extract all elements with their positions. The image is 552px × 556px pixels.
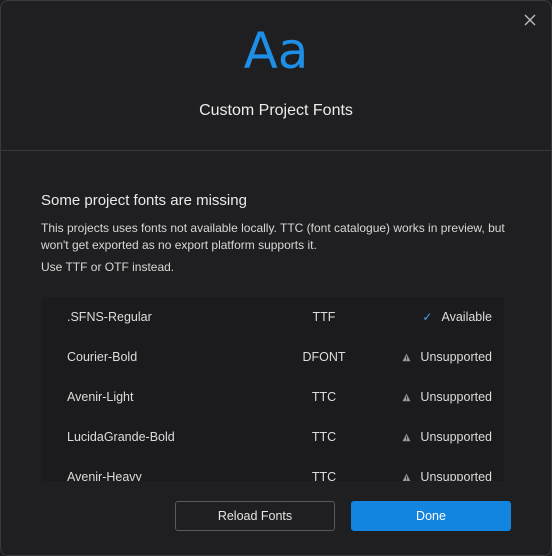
warning-icon [402, 353, 411, 361]
font-name: Avenir-Light [67, 390, 134, 404]
font-name: LucidaGrande-Bold [67, 430, 175, 444]
warning-icon [402, 393, 411, 401]
status-label: Unsupported [420, 470, 492, 481]
dialog-title: Custom Project Fonts [199, 102, 353, 119]
divider [1, 150, 551, 151]
warning-icon [402, 433, 411, 441]
font-status: Unsupported [402, 470, 492, 481]
section-description: This projects uses fonts not available l… [41, 221, 505, 252]
reload-fonts-button[interactable]: Reload Fonts [175, 501, 335, 531]
status-label: Unsupported [420, 350, 492, 364]
font-name: Avenir-Heavy [67, 470, 142, 481]
status-label: Unsupported [420, 390, 492, 404]
button-bar: Reload Fonts Done [1, 481, 551, 555]
status-label: Available [441, 310, 492, 324]
list-item: Courier-Bold DFONT Unsupported [42, 337, 504, 377]
font-status: Unsupported [402, 350, 492, 364]
font-type: TTC [311, 430, 337, 444]
list-item: Avenir-Heavy TTC Unsupported [42, 457, 504, 481]
status-label: Unsupported [420, 430, 492, 444]
font-name: .SFNS-Regular [67, 310, 152, 324]
font-type: TTC [311, 470, 337, 481]
font-name: Courier-Bold [67, 350, 138, 364]
font-icon: Aa [243, 22, 309, 80]
font-type: TTC [311, 390, 337, 404]
warning-icon [402, 473, 411, 481]
font-type: TTF [312, 310, 336, 324]
font-list[interactable]: .SFNS-Regular TTF ✓ Available Courier-Bo… [42, 297, 504, 481]
check-icon: ✓ [422, 310, 433, 324]
font-status: Unsupported [402, 390, 492, 404]
list-item: LucidaGrande-Bold TTC Unsupported [42, 417, 504, 457]
section-hint: Use TTF or OTF instead. [41, 260, 175, 274]
list-item: .SFNS-Regular TTF ✓ Available [42, 297, 504, 337]
font-status: ✓ Available [422, 310, 492, 324]
font-type: DFONT [302, 350, 346, 364]
section-title: Some project fonts are missing [41, 192, 247, 209]
font-status: Unsupported [402, 430, 492, 444]
done-button[interactable]: Done [351, 501, 511, 531]
custom-fonts-dialog: Aa Custom Project Fonts Some project fon… [0, 0, 552, 556]
list-item: Avenir-Light TTC Unsupported [42, 377, 504, 417]
